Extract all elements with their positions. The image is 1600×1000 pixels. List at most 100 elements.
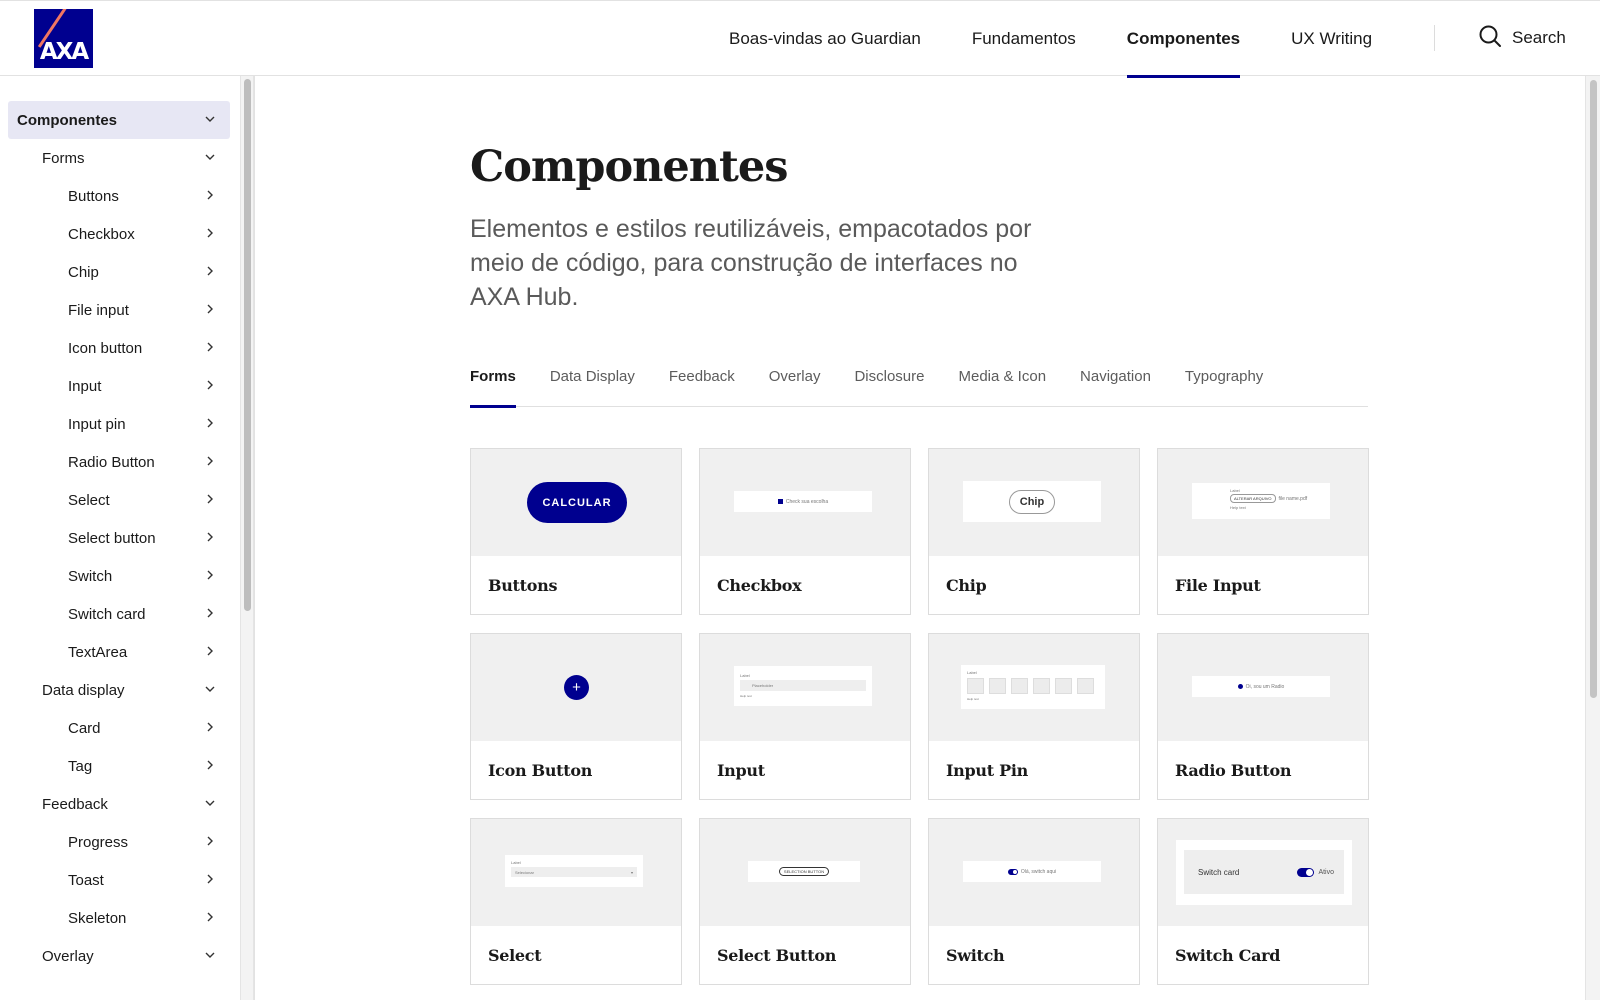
sidebar-item-textarea[interactable]: TextArea bbox=[8, 633, 230, 671]
sidebar-item-label: Buttons bbox=[68, 187, 119, 205]
sidebar-item-switch[interactable]: Switch bbox=[8, 557, 230, 595]
card-switch[interactable]: Olá, switch aqui Switch bbox=[928, 818, 1140, 985]
pin-box bbox=[989, 678, 1006, 694]
chevron-right-icon bbox=[204, 416, 216, 433]
sidebar-scrollbar[interactable] bbox=[240, 76, 254, 1000]
component-card-grid: CALCULAR Buttons Check sua escolha Checkbox… bbox=[470, 448, 1370, 985]
sidebar-item-icon-button[interactable]: Icon button bbox=[8, 329, 230, 367]
sidebar-item-label: Input pin bbox=[68, 415, 126, 433]
topnav-componentes[interactable]: Componentes bbox=[1126, 1, 1241, 78]
card-preview: Label Help text bbox=[929, 634, 1139, 741]
tab-label: Disclosure bbox=[854, 368, 925, 385]
sidebar-item-label: Select button bbox=[68, 529, 156, 547]
top-header: AXA Boas-vindas ao Guardian Fundamentos … bbox=[0, 0, 1600, 78]
topnav-fundamentos[interactable]: Fundamentos bbox=[972, 1, 1076, 77]
card-select[interactable]: Label Selecionar ▾ Select bbox=[470, 818, 682, 985]
switch-toggle bbox=[1007, 868, 1018, 875]
sidebar-item-overlay[interactable]: Overlay bbox=[8, 937, 230, 975]
tab-disclosure[interactable]: Disclosure bbox=[854, 360, 924, 407]
card-buttons[interactable]: CALCULAR Buttons bbox=[470, 448, 682, 615]
chevron-right-icon bbox=[204, 834, 216, 851]
chevron-down-icon bbox=[204, 112, 216, 129]
tab-forms[interactable]: Forms bbox=[470, 360, 516, 408]
switch-toggle bbox=[1297, 867, 1315, 877]
sidebar-scrollbar-thumb[interactable] bbox=[244, 79, 251, 611]
card-switch-card[interactable]: Switch card Ativo Switch Card bbox=[1157, 818, 1369, 985]
pin-box bbox=[967, 678, 984, 694]
sidebar-item-label: TextArea bbox=[68, 643, 128, 661]
sidebar-item-tag[interactable]: Tag bbox=[8, 747, 230, 785]
card-preview: Label ALTERAR ARQUIVO file name.pdf Help te… bbox=[1158, 449, 1368, 556]
chevron-right-icon bbox=[204, 758, 216, 775]
card-icon-button[interactable]: + Icon Button bbox=[470, 633, 682, 800]
sidebar-item-forms[interactable]: Forms bbox=[8, 139, 230, 177]
sidebar-item-input-pin[interactable]: Input pin bbox=[8, 405, 230, 443]
axa-logo[interactable]: AXA bbox=[34, 9, 93, 68]
card-input-pin[interactable]: Label Help text Input Pin bbox=[928, 633, 1140, 800]
topnav-ux-writing[interactable]: UX Writing bbox=[1291, 1, 1372, 77]
main-scrollbar[interactable] bbox=[1585, 76, 1600, 1000]
sidebar-item-select[interactable]: Select bbox=[8, 481, 230, 519]
preview-radio: Oi, sou um Radio bbox=[1192, 676, 1330, 697]
card-select-button[interactable]: SELECTION BUTTON Select Button bbox=[699, 818, 911, 985]
sidebar-item-select-button[interactable]: Select button bbox=[8, 519, 230, 557]
preview-file-row: ALTERAR ARQUIVO file name.pdf bbox=[1230, 494, 1330, 503]
topnav-boas-vindas[interactable]: Boas-vindas ao Guardian bbox=[729, 1, 921, 77]
card-chip[interactable]: Chip Chip bbox=[928, 448, 1140, 615]
card-checkbox[interactable]: Check sua escolha Checkbox bbox=[699, 448, 911, 615]
logo-text: AXA bbox=[39, 39, 89, 65]
sidebar-item-checkbox[interactable]: Checkbox bbox=[8, 215, 230, 253]
preview-select-field: Selecionar ▾ bbox=[511, 867, 637, 877]
card-title: Checkbox bbox=[717, 575, 802, 595]
search-button[interactable]: Search bbox=[1478, 23, 1566, 53]
sidebar-item-switch-card[interactable]: Switch card bbox=[8, 595, 230, 633]
sidebar-nav-list: Componentes Forms Buttons Checkbox Chip File … bbox=[8, 101, 230, 975]
page-description: Elementos e estilos reutilizáveis, empac… bbox=[470, 215, 1032, 311]
tab-feedback[interactable]: Feedback bbox=[669, 360, 735, 407]
sidebar-item-label: Overlay bbox=[42, 947, 94, 965]
card-preview: Check sua escolha bbox=[700, 449, 910, 556]
sidebar-item-progress[interactable]: Progress bbox=[8, 823, 230, 861]
sidebar-item-feedback[interactable]: Feedback bbox=[8, 785, 230, 823]
sidebar-item-componentes[interactable]: Componentes bbox=[8, 101, 230, 139]
chevron-right-icon bbox=[204, 720, 216, 737]
chevron-right-icon bbox=[204, 910, 216, 927]
sidebar-item-skeleton[interactable]: Skeleton bbox=[8, 899, 230, 937]
sidebar-item-label: Feedback bbox=[42, 795, 108, 813]
sidebar-item-card[interactable]: Card bbox=[8, 709, 230, 747]
preview-switch-card-outer: Switch card Ativo bbox=[1176, 840, 1352, 905]
card-preview: Chip bbox=[929, 449, 1139, 556]
pin-box bbox=[1033, 678, 1050, 694]
pin-box bbox=[1055, 678, 1072, 694]
sidebar-item-label: Chip bbox=[68, 263, 99, 281]
tab-data-display[interactable]: Data Display bbox=[550, 360, 635, 407]
sidebar-item-label: File input bbox=[68, 301, 129, 319]
sidebar-item-buttons[interactable]: Buttons bbox=[8, 177, 230, 215]
pin-box bbox=[1011, 678, 1028, 694]
sidebar-item-toast[interactable]: Toast bbox=[8, 861, 230, 899]
card-preview: Label Placeholder Help text bbox=[700, 634, 910, 741]
tab-overlay[interactable]: Overlay bbox=[769, 360, 821, 407]
chevron-down-icon bbox=[204, 796, 216, 813]
card-title: Input bbox=[717, 760, 765, 780]
preview-input: Label Placeholder Help text bbox=[734, 666, 872, 706]
sidebar-item-input[interactable]: Input bbox=[8, 367, 230, 405]
card-input[interactable]: Label Placeholder Help text Input bbox=[699, 633, 911, 800]
chevron-right-icon bbox=[204, 226, 216, 243]
sidebar-item-radio-button[interactable]: Radio Button bbox=[8, 443, 230, 481]
chevron-right-icon bbox=[204, 644, 216, 661]
main-scrollbar-thumb[interactable] bbox=[1590, 80, 1597, 698]
tab-media-icon[interactable]: Media & Icon bbox=[958, 360, 1046, 407]
card-radio-button[interactable]: Oi, sou um Radio Radio Button bbox=[1157, 633, 1369, 800]
sidebar-item-data-display[interactable]: Data display bbox=[8, 671, 230, 709]
tab-navigation[interactable]: Navigation bbox=[1080, 360, 1151, 407]
sidebar-item-chip[interactable]: Chip bbox=[8, 253, 230, 291]
sidebar-item-file-input[interactable]: File input bbox=[8, 291, 230, 329]
tab-typography[interactable]: Typography bbox=[1185, 360, 1263, 407]
card-file-input[interactable]: Label ALTERAR ARQUIVO file name.pdf Help te… bbox=[1157, 448, 1369, 615]
sidebar-item-label: Componentes bbox=[17, 111, 118, 129]
sidebar: Componentes Forms Buttons Checkbox Chip File … bbox=[0, 76, 255, 1000]
search-label: Search bbox=[1512, 28, 1566, 47]
sidebar-item-label: Radio Button bbox=[68, 453, 155, 471]
tab-label: Typography bbox=[1184, 368, 1264, 385]
